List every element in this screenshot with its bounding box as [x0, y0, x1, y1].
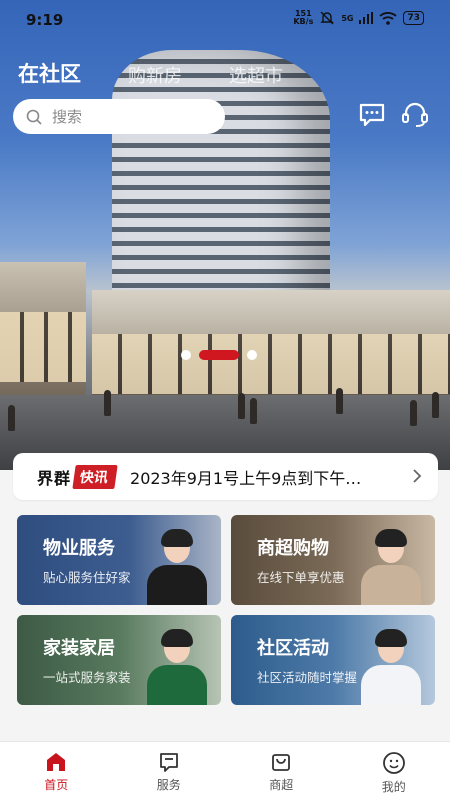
bottom-nav: 首页 服务 商超 我的	[0, 741, 450, 801]
banner-tower	[112, 50, 330, 320]
nav-label: 首页	[44, 776, 68, 793]
tab-community[interactable]: 在社区	[18, 58, 81, 88]
status-time: 9:19	[26, 11, 63, 29]
status-bar: 9:19 151 KB/s 5G 73	[0, 0, 450, 40]
service-card-title: 社区活动	[257, 634, 329, 660]
banner-person	[250, 398, 257, 424]
status-indicators: 151 KB/s 5G 73	[293, 10, 424, 26]
chevron-right-icon	[412, 468, 422, 484]
home-icon	[44, 751, 68, 773]
staff-photo	[355, 625, 425, 705]
service-card-subtitle: 贴心服务住好家	[43, 567, 131, 586]
news-tag: 快讯	[72, 465, 117, 489]
banner-person	[410, 400, 417, 426]
nav-label: 我的	[382, 778, 406, 795]
tab-supermarket[interactable]: 选超市	[229, 62, 283, 88]
banner-pagination	[181, 350, 257, 360]
banner-dot[interactable]	[181, 350, 191, 360]
net-speed: 151 KB/s	[293, 10, 313, 26]
search-placeholder: 搜索	[52, 106, 82, 127]
service-card-subtitle: 在线下单享优惠	[257, 567, 345, 586]
nav-label: 服务	[157, 776, 181, 793]
banner-person	[8, 405, 15, 431]
staff-photo	[141, 625, 211, 705]
nav-shop[interactable]: 商超	[225, 742, 338, 801]
staff-photo	[141, 525, 211, 605]
search-icon	[26, 109, 42, 125]
shopping-bag-icon	[270, 751, 292, 773]
wifi-icon	[379, 12, 397, 25]
banner-person	[336, 388, 343, 414]
search-input[interactable]: 搜索	[13, 99, 225, 134]
service-card-title: 家装家居	[43, 634, 115, 660]
banner-person	[238, 393, 245, 419]
tab-new-house[interactable]: 购新房	[128, 62, 182, 88]
nav-service[interactable]: 服务	[113, 742, 226, 801]
service-card-shopping[interactable]: 商超购物 在线下单享优惠	[231, 515, 435, 605]
news-text: 2023年9月1号上午9点到下午…	[130, 465, 375, 489]
top-tabs: 在社区 购新房 选超市	[18, 58, 330, 88]
service-card-property[interactable]: 物业服务 贴心服务住好家	[17, 515, 221, 605]
service-icon	[158, 751, 180, 773]
banner-building-left	[0, 262, 86, 402]
nav-profile[interactable]: 我的	[338, 742, 450, 801]
service-card-subtitle: 一站式服务家装	[43, 667, 131, 686]
signal-type: 5G	[341, 14, 353, 23]
news-brand: 界群	[37, 465, 71, 489]
banner-person	[432, 392, 439, 418]
cell-signal-icon	[359, 12, 373, 24]
message-icon[interactable]	[357, 100, 387, 130]
nav-label: 商超	[269, 776, 293, 793]
mute-bell-icon	[319, 10, 335, 26]
banner-dot-active[interactable]	[199, 350, 239, 360]
service-card-home-decor[interactable]: 家装家居 一站式服务家装	[17, 615, 221, 705]
battery-indicator: 73	[403, 11, 424, 25]
nav-home[interactable]: 首页	[0, 742, 113, 801]
service-card-title: 商超购物	[257, 534, 329, 560]
banner-person	[104, 390, 111, 416]
service-card-community-events[interactable]: 社区活动 社区活动随时掌握	[231, 615, 435, 705]
banner-dot[interactable]	[247, 350, 257, 360]
service-card-subtitle: 社区活动随时掌握	[257, 667, 357, 686]
customer-service-icon[interactable]	[400, 100, 430, 130]
profile-icon	[382, 751, 406, 775]
news-ticker[interactable]: 界群 快讯 2023年9月1号上午9点到下午…	[13, 453, 438, 500]
shoppers-photo	[355, 525, 425, 605]
banner-podium	[92, 290, 450, 400]
service-card-title: 物业服务	[43, 534, 115, 560]
